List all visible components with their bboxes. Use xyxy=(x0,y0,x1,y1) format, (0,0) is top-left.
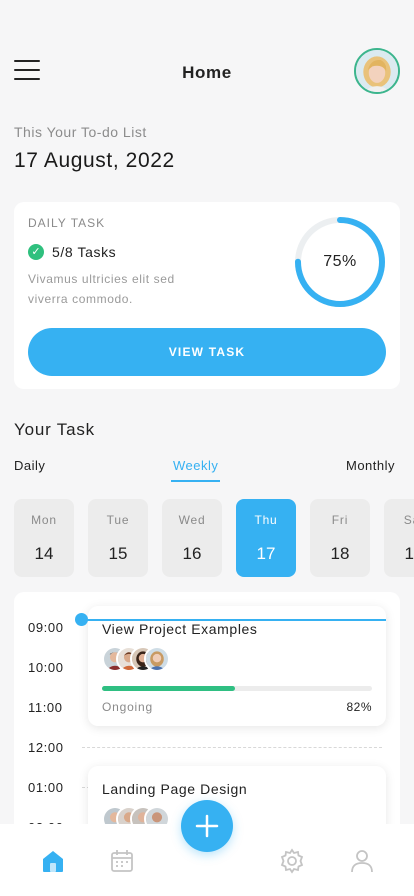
task-title: View Project Examples xyxy=(102,621,258,637)
day-number: 15 xyxy=(108,544,128,563)
day-name: Wed xyxy=(178,513,206,527)
daily-task-description: Vivamus ultricies elit sed viverra commo… xyxy=(28,272,175,306)
settings-icon[interactable] xyxy=(279,848,305,874)
day-card-tue[interactable]: Tue 15 xyxy=(88,499,148,577)
home-icon[interactable] xyxy=(40,848,66,874)
current-date: 17 August, 2022 xyxy=(14,149,175,172)
profile-icon[interactable] xyxy=(349,848,375,874)
daily-task-label: DAILY TASK xyxy=(28,216,106,230)
task-card[interactable]: View Project Examples Ongoing 82% xyxy=(88,606,386,726)
day-name: Sat xyxy=(403,513,414,527)
tasks-count: 5/8 Tasks xyxy=(52,244,117,260)
check-circle-icon: ✓ xyxy=(28,244,44,260)
day-card-thu[interactable]: Thu 17 xyxy=(236,499,296,577)
day-name: Thu xyxy=(254,513,278,527)
day-number: 18 xyxy=(330,544,350,563)
day-number: 16 xyxy=(182,544,202,563)
add-task-button[interactable] xyxy=(181,800,233,852)
time-label: 10:00 xyxy=(28,660,64,675)
app-header: Home xyxy=(0,48,414,96)
tab-monthly[interactable]: Monthly xyxy=(346,458,395,473)
page-subtitle: This Your To-do List xyxy=(14,124,147,140)
day-selector: Mon 14 Tue 15 Wed 16 Thu 17 Fri 18 Sat 1… xyxy=(14,499,414,577)
daily-task-card: DAILY TASK ✓ 5/8 Tasks Vivamus ultricies… xyxy=(14,202,400,389)
day-name: Tue xyxy=(106,513,130,527)
day-card-mon[interactable]: Mon 14 xyxy=(14,499,74,577)
time-label: 01:00 xyxy=(28,780,64,795)
progress-percent: 75% xyxy=(323,253,357,270)
day-number: 14 xyxy=(34,544,54,563)
current-time-indicator xyxy=(75,613,88,626)
task-progress-bar xyxy=(102,686,372,691)
tab-daily[interactable]: Daily xyxy=(14,458,45,473)
day-card-fri[interactable]: Fri 18 xyxy=(310,499,370,577)
current-time-line xyxy=(82,619,386,621)
task-title: Landing Page Design xyxy=(102,781,248,797)
time-label: 11:00 xyxy=(28,700,63,715)
task-percent: 82% xyxy=(346,700,372,714)
daily-progress-ring: 75% xyxy=(293,215,387,309)
section-title: Your Task xyxy=(14,420,95,439)
time-label: 09:00 xyxy=(28,620,64,635)
time-label: 12:00 xyxy=(28,740,64,755)
tab-weekly[interactable]: Weekly xyxy=(170,458,221,482)
calendar-icon[interactable] xyxy=(109,848,135,874)
page-title: Home xyxy=(182,63,232,82)
user-avatar[interactable] xyxy=(354,48,400,94)
view-task-button[interactable]: VIEW TASK xyxy=(28,328,386,376)
add-icon xyxy=(195,814,219,838)
avatar xyxy=(144,646,170,672)
day-number: 19 xyxy=(404,544,414,563)
day-card-sat[interactable]: Sat 19 xyxy=(384,499,414,577)
timeline-divider xyxy=(82,747,382,748)
day-number: 17 xyxy=(256,544,276,563)
day-name: Mon xyxy=(31,513,57,527)
task-progress-fill xyxy=(102,686,235,691)
day-card-wed[interactable]: Wed 16 xyxy=(162,499,222,577)
day-name: Fri xyxy=(331,513,349,527)
task-status: Ongoing xyxy=(102,700,153,714)
